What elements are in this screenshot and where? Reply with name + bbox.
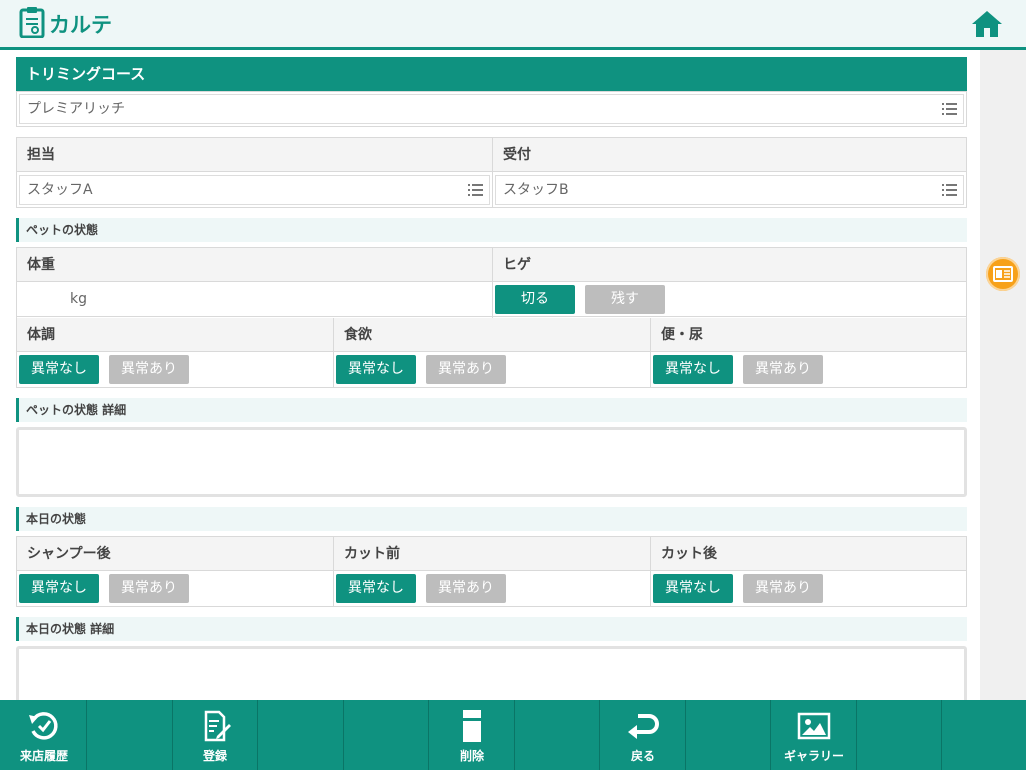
today-detail-textarea[interactable] [16, 646, 967, 706]
history-button[interactable]: 来店履歴 [2, 700, 87, 770]
shokuyoku-abnormal-button[interactable]: 異常あり [426, 355, 506, 384]
shampoo-normal-button[interactable]: 異常なし [19, 574, 99, 603]
pet-box: 体重 ヒゲ kg 切る 残す 体調 食欲 便・尿 異常なし 異常あり 異常なし … [16, 247, 967, 388]
register-label: 登録 [202, 749, 227, 763]
register-button[interactable]: 登録 [173, 700, 258, 770]
ben-label: 便・尿 [651, 318, 966, 352]
history-icon [29, 712, 58, 740]
clipboard-icon [19, 7, 45, 38]
contact-card-button[interactable] [986, 257, 1020, 291]
shampoo-abnormal-button[interactable]: 異常あり [109, 574, 189, 603]
trash-icon [463, 710, 481, 742]
footer-slot-empty [515, 700, 600, 770]
shokuyoku-label: 食欲 [334, 318, 650, 352]
whisker-label: ヒゲ [493, 248, 966, 282]
divider [333, 537, 334, 606]
home-icon[interactable] [970, 9, 1004, 39]
footer-toolbar: 来店履歴 登録 削除 戻る ギャラリー [0, 700, 1026, 770]
footer-slot-empty [943, 700, 1026, 770]
shampoo-label: シャンプー後 [17, 537, 333, 571]
cut-after-normal-button[interactable]: 異常なし [653, 574, 733, 603]
today-detail-heading: 本日の状態 詳細 [16, 617, 967, 641]
footer-slot-empty [344, 700, 429, 770]
return-arrow-icon [628, 714, 659, 739]
back-label: 戻る [630, 749, 655, 763]
trimming-value: プレミアリッチ [27, 101, 125, 117]
uketsuke-select[interactable]: スタッフB [495, 175, 964, 205]
whisker-cut-button[interactable]: 切る [495, 285, 575, 314]
trimming-heading: トリミングコース [16, 57, 967, 91]
footer-slot-empty [88, 700, 173, 770]
taicho-abnormal-button[interactable]: 異常あり [109, 355, 189, 384]
list-icon [942, 103, 957, 115]
page-title: カルテ [49, 13, 112, 37]
tanto-select[interactable]: スタッフA [19, 175, 490, 205]
gallery-button[interactable]: ギャラリー [772, 700, 857, 770]
divider [650, 537, 651, 606]
edit-document-icon [204, 710, 231, 742]
pet-detail-textarea[interactable] [16, 427, 967, 497]
contact-card-icon [993, 266, 1013, 282]
weight-label: 体重 [17, 248, 492, 282]
ben-normal-button[interactable]: 異常なし [653, 355, 733, 384]
weight-unit: kg [70, 291, 87, 307]
footer-slot-empty [686, 700, 771, 770]
list-icon [468, 184, 483, 196]
cut-before-normal-button[interactable]: 異常なし [336, 574, 416, 603]
cut-after-abnormal-button[interactable]: 異常あり [743, 574, 823, 603]
history-label: 来店履歴 [19, 749, 68, 763]
today-box: シャンプー後 カット前 カット後 異常なし 異常あり 異常なし 異常あり 異常な… [16, 536, 967, 607]
tanto-value: スタッフA [27, 182, 93, 198]
footer-slot-empty [259, 700, 344, 770]
gallery-label: ギャラリー [783, 749, 844, 763]
list-icon [942, 184, 957, 196]
staff-box: 担当 受付 スタッフA スタッフB [16, 137, 967, 208]
whisker-keep-button[interactable]: 残す [585, 285, 665, 314]
cut-before-abnormal-button[interactable]: 異常あり [426, 574, 506, 603]
divider [333, 318, 334, 387]
divider [650, 318, 651, 387]
pet-detail-heading: ペットの状態 詳細 [16, 398, 967, 422]
footer-slot-empty [857, 700, 942, 770]
weight-field[interactable]: kg [17, 283, 492, 317]
taicho-label: 体調 [17, 318, 333, 352]
divider [492, 138, 493, 207]
side-rail [980, 50, 1026, 700]
ben-abnormal-button[interactable]: 異常あり [743, 355, 823, 384]
delete-button[interactable]: 削除 [430, 700, 515, 770]
uketsuke-value: スタッフB [503, 182, 569, 198]
trimming-select[interactable]: プレミアリッチ [19, 94, 964, 124]
trimming-box: プレミアリッチ [16, 91, 967, 127]
tanto-label: 担当 [17, 138, 492, 172]
uketsuke-label: 受付 [493, 138, 966, 172]
whisker-row: 切る 残す [493, 283, 966, 317]
delete-label: 削除 [459, 749, 484, 763]
pet-heading: ペットの状態 [16, 218, 967, 242]
taicho-normal-button[interactable]: 異常なし [19, 355, 99, 384]
today-heading: 本日の状態 [16, 507, 967, 531]
image-icon [797, 712, 831, 740]
cut-after-label: カット後 [651, 537, 966, 571]
app-header: カルテ [0, 0, 1026, 50]
shokuyoku-normal-button[interactable]: 異常なし [336, 355, 416, 384]
back-button[interactable]: 戻る [601, 700, 686, 770]
cut-before-label: カット前 [334, 537, 650, 571]
